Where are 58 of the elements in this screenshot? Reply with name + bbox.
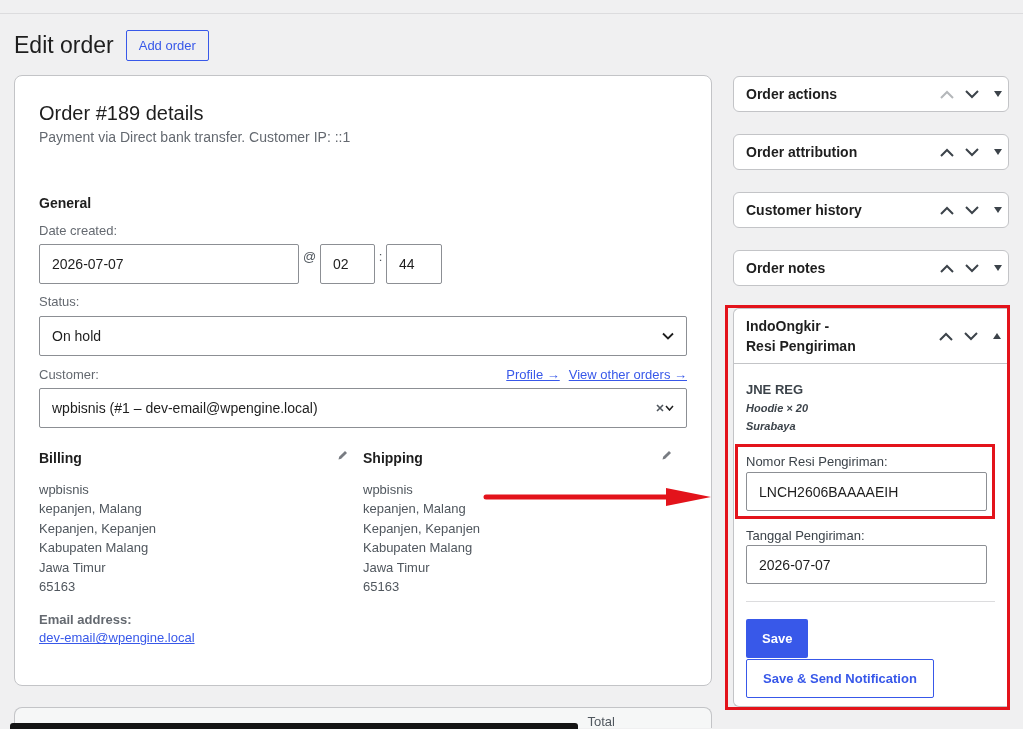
destination-text: Surabaya <box>746 419 797 434</box>
field-label: Customer: <box>39 366 99 384</box>
text-field[interactable]: LNCH2606BAAAAEIH <box>746 472 987 511</box>
customer-select[interactable]: wpbisnis (#1 – dev-email@wpengine.local) <box>39 388 687 428</box>
field-label: Status: <box>39 293 81 311</box>
item-text: Hoodie × 20 <box>746 401 810 416</box>
chevron-up-icon[interactable] <box>940 205 954 215</box>
section-heading: General <box>39 194 93 213</box>
pencil-icon[interactable] <box>338 450 348 460</box>
panel-title: IndoOngkir - Resi Pengiriman <box>746 317 857 356</box>
chevron-down-icon[interactable] <box>964 331 978 341</box>
email-label: Email address: <box>39 611 133 630</box>
panel-title: Customer history <box>746 201 863 220</box>
field-label: Tanggal Pengiriman: <box>746 527 866 545</box>
email-link[interactable]: dev-email@wpengine.local <box>39 629 195 648</box>
order-title: Order #189 details <box>39 101 205 126</box>
address-heading: Shipping <box>363 449 423 468</box>
scrollbar-thumb[interactable] <box>10 723 578 729</box>
field-label: Date created: <box>39 222 119 240</box>
time-separator: : <box>377 248 384 266</box>
chevron-down-icon[interactable] <box>965 205 979 215</box>
chevron-up-icon[interactable] <box>940 147 954 157</box>
chevron-up-icon[interactable] <box>940 263 954 273</box>
chevron-down-icon[interactable] <box>965 89 979 99</box>
chevron-down-icon[interactable] <box>965 147 979 157</box>
carrier-name: JNE REG <box>746 381 805 399</box>
panel-title: Order notes <box>746 259 827 278</box>
hour-field[interactable]: 02 <box>320 244 375 284</box>
panel-title: Order actions <box>746 85 839 104</box>
panel-title: Order attribution <box>746 143 859 162</box>
caret-down-icon[interactable] <box>994 149 1002 155</box>
minute-field[interactable]: 44 <box>386 244 442 284</box>
chevron-down-icon[interactable] <box>965 263 979 273</box>
save-button[interactable]: Save <box>746 619 809 658</box>
pencil-icon[interactable] <box>662 450 672 460</box>
chevron-down-icon[interactable] <box>662 332 674 340</box>
status-select[interactable]: On hold <box>39 316 687 356</box>
add-order-button[interactable]: Add order <box>125 30 209 61</box>
caret-down-icon[interactable] <box>994 207 1002 213</box>
date-field[interactable]: 2026-07-07 <box>39 244 299 284</box>
at-sign: @ <box>301 248 318 266</box>
chevron-up-icon[interactable] <box>939 331 953 341</box>
caret-down-icon[interactable] <box>994 91 1002 97</box>
payment-info: Payment via Direct bank transfer. Customer IP: ::1 <box>39 128 352 147</box>
address-text: wpbisnis kepanjen, Malang Kepanjen, Kepanjen Kabupaten Malang Jawa Timur 65163 <box>363 481 481 597</box>
clear-icon[interactable] <box>656 404 664 412</box>
save-notify-button[interactable]: Save & Send Notification <box>746 659 934 698</box>
customer-link[interactable]: View other orders → <box>568 366 687 384</box>
chevron-down-icon[interactable] <box>665 405 674 411</box>
column-heading: Total <box>587 715 615 728</box>
address-heading: Billing <box>39 449 82 468</box>
address-text: wpbisnis kepanjen, Malang Kepanjen, Kepanjen Kabupaten Malang Jawa Timur 65163 <box>39 481 157 597</box>
page-title: Edit order <box>14 31 114 60</box>
customer-link[interactable]: Profile → <box>506 366 560 384</box>
text-field[interactable]: 2026-07-07 <box>746 545 987 584</box>
field-label: Nomor Resi Pengiriman: <box>746 453 889 471</box>
caret-down-icon[interactable] <box>994 265 1002 271</box>
caret-up-icon[interactable] <box>993 333 1001 339</box>
